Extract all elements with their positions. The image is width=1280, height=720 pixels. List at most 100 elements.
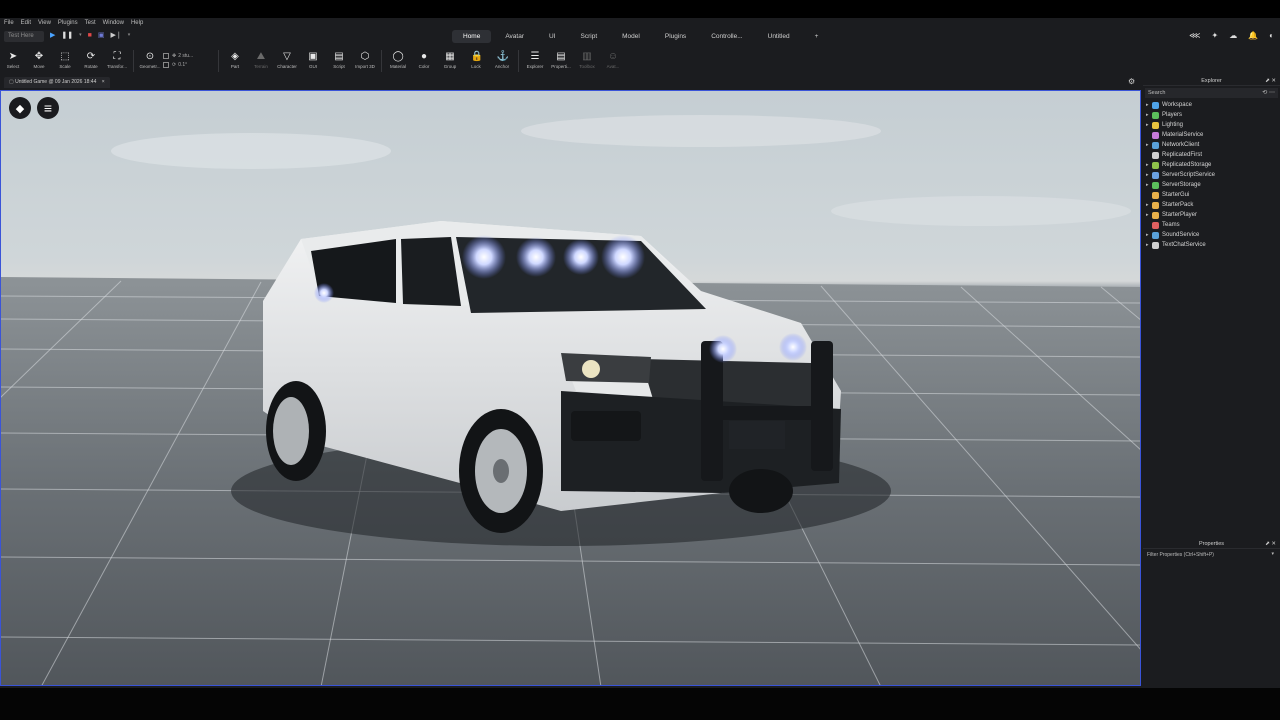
more-icon[interactable]: ⋯ xyxy=(1269,90,1275,96)
move-snap[interactable]: ✥ 2 stu... xyxy=(163,51,215,60)
chevron-down-icon[interactable]: ▾ xyxy=(1271,551,1274,557)
scale-tool[interactable]: ⬚ Scale xyxy=(52,46,78,76)
close-icon[interactable]: × xyxy=(102,79,105,85)
explorer-item-teams[interactable]: Teams xyxy=(1146,220,1280,230)
avat-label: Avat... xyxy=(606,64,620,69)
explorer-item-serverscriptservice[interactable]: ▸ ServerScriptService xyxy=(1146,170,1280,180)
material-tool[interactable]: ◯ Material xyxy=(385,46,411,76)
script-tool[interactable]: ▤ Script xyxy=(326,46,352,76)
service-icon xyxy=(1152,191,1159,199)
document-tab[interactable]: ▢ Untitled Game @ 09 Jan 2026 18:44 × xyxy=(4,77,110,88)
explorer-item-soundservice[interactable]: ▸ SoundService xyxy=(1146,230,1280,240)
select-label: Select xyxy=(6,64,20,69)
explorer-item-starterplayer[interactable]: ▸ StarterPlayer xyxy=(1146,210,1280,220)
move-snap-value[interactable]: 2 stu... xyxy=(178,53,193,59)
explorer-search-input[interactable]: Search ⟲ ⋯ xyxy=(1145,88,1278,98)
transfor-tool[interactable]: ⛶ Transfor... xyxy=(104,46,130,76)
menu-item-plugins[interactable]: Plugins xyxy=(58,20,78,26)
explorer-tool[interactable]: ☰ Explorer xyxy=(522,46,548,76)
part-tool[interactable]: ◈ Part xyxy=(222,46,248,76)
menu-item-help[interactable]: Help xyxy=(131,20,143,26)
chevron-down-icon[interactable]: ▾ xyxy=(79,32,82,38)
tab-plugins[interactable]: Plugins xyxy=(654,30,697,43)
gui-tool[interactable]: ▣ GUI xyxy=(300,46,326,76)
close-icon[interactable]: ✕ xyxy=(1271,541,1276,547)
history-icon[interactable]: ⟲ xyxy=(1262,90,1267,96)
popout-icon[interactable]: ⬈ xyxy=(1265,78,1270,84)
chevron-down-icon[interactable]: ▾ xyxy=(128,32,131,38)
close-icon[interactable]: ✕ xyxy=(1271,78,1276,84)
play-icon[interactable]: ▶ xyxy=(50,31,55,39)
tab-home[interactable]: Home xyxy=(452,30,492,43)
test-target-dropdown[interactable]: Test Here xyxy=(4,31,44,42)
move-snap-icon: ✥ xyxy=(172,52,177,59)
popout-icon[interactable]: ⬈ xyxy=(1265,541,1270,547)
hamburger-menu-button[interactable]: ≡ xyxy=(37,97,59,119)
explorer-item-starterpack[interactable]: ▸ StarterPack xyxy=(1146,200,1280,210)
explorer-item-materialservice[interactable]: MaterialService xyxy=(1146,130,1280,140)
rotate-tool[interactable]: ⟳ Rotate xyxy=(78,46,104,76)
share-icon[interactable]: ⋘ xyxy=(1189,31,1200,40)
stop-icon[interactable]: ■ xyxy=(88,32,92,39)
avat-tool[interactable]: ☺ Avat... xyxy=(600,46,626,76)
3d-viewport[interactable]: ◆ ≡ xyxy=(0,90,1141,686)
menu-item-test[interactable]: Test xyxy=(85,20,96,26)
explorer-item-lighting[interactable]: ▸ Lighting xyxy=(1146,120,1280,130)
explorer-item-players[interactable]: ▸ Players xyxy=(1146,110,1280,120)
properti-tool[interactable]: ▤ Properti... xyxy=(548,46,574,76)
explorer-item-replicatedfirst[interactable]: ReplicatedFirst xyxy=(1146,150,1280,160)
explorer-item-serverstorage[interactable]: ▸ ServerStorage xyxy=(1146,180,1280,190)
toolbox-tool[interactable]: ▥ Toolbox xyxy=(574,46,600,76)
gui-icon: ▣ xyxy=(308,51,318,62)
geometry-tool[interactable]: ⊙ Geometr... xyxy=(137,46,163,76)
document-tabs: ▢ Untitled Game @ 09 Jan 2026 18:44 × xyxy=(0,77,1280,88)
roblox-logo-icon: ◆ xyxy=(15,102,25,115)
menu-item-view[interactable]: View xyxy=(38,20,51,26)
service-icon xyxy=(1152,141,1159,149)
rotate-snap-value[interactable]: 0.1° xyxy=(178,62,187,68)
client-server-icon[interactable]: ▣ xyxy=(98,31,105,39)
tab-script[interactable]: Script xyxy=(570,30,609,43)
tab-model[interactable]: Model xyxy=(611,30,651,43)
script-icon: ▤ xyxy=(334,51,344,62)
tab-untitled[interactable]: Untitled xyxy=(757,30,801,43)
color-tool[interactable]: ● Color xyxy=(411,46,437,76)
step-icon[interactable]: ▶❘ xyxy=(111,31,122,39)
rotate-snap[interactable]: ⟳ 0.1° xyxy=(163,60,215,69)
color-icon: ● xyxy=(420,51,428,62)
character-tool[interactable]: ▽ Character xyxy=(274,46,300,76)
roblox-menu-button[interactable]: ◆ xyxy=(9,97,31,119)
notifications-icon[interactable]: 🔔 xyxy=(1248,31,1258,40)
assistant-icon[interactable]: ✦ xyxy=(1211,31,1218,40)
move-label: Move xyxy=(33,64,45,69)
explorer-item-textchatservice[interactable]: ▸ TextChatService xyxy=(1146,240,1280,250)
pause-icon[interactable]: ❚❚ xyxy=(61,31,73,39)
terrain-tool[interactable]: ⛰ Terrain xyxy=(248,46,274,76)
cloud-icon[interactable]: ☁ xyxy=(1229,31,1237,40)
explorer-item-workspace[interactable]: ▸ Workspace xyxy=(1146,100,1280,110)
menu-item-edit[interactable]: Edit xyxy=(21,20,31,26)
explorer-item-replicatedstorage[interactable]: ▸ ReplicatedStorage xyxy=(1146,160,1280,170)
tab-avatar[interactable]: Avatar xyxy=(494,30,535,43)
rotate-icon: ⟳ xyxy=(86,51,96,62)
import-3d-tool[interactable]: ⬡ Import 3D xyxy=(352,46,378,76)
menu-item-window[interactable]: Window xyxy=(103,20,124,26)
explorer-item-networkclient[interactable]: ▸ NetworkClient xyxy=(1146,140,1280,150)
tab-ui[interactable]: UI xyxy=(538,30,567,43)
properties-icon: ▤ xyxy=(556,51,566,62)
cloud-shape xyxy=(521,115,881,147)
tab-controlle[interactable]: Controlle... xyxy=(700,30,753,43)
select-tool[interactable]: ➤ Select xyxy=(0,46,26,76)
color-label: Color xyxy=(418,64,430,69)
group-tool[interactable]: ▦ Group xyxy=(437,46,463,76)
explorer-item-startergui[interactable]: StarterGui xyxy=(1146,190,1280,200)
add-tab-button[interactable]: + xyxy=(804,30,830,43)
lock-tool[interactable]: 🔒 Lock xyxy=(463,46,489,76)
viewport-settings-icon[interactable]: ⚙ xyxy=(1128,77,1135,86)
menu-item-file[interactable]: File xyxy=(4,20,14,26)
move-tool[interactable]: ✥ Move xyxy=(26,46,52,76)
properties-filter-input[interactable]: Filter Properties (Ctrl+Shift+P) ▾ xyxy=(1145,550,1278,560)
scene-render xyxy=(1,115,1140,685)
anchor-tool[interactable]: ⚓ Anchor xyxy=(489,46,515,76)
account-icon[interactable]: ◐ xyxy=(1269,31,1274,40)
